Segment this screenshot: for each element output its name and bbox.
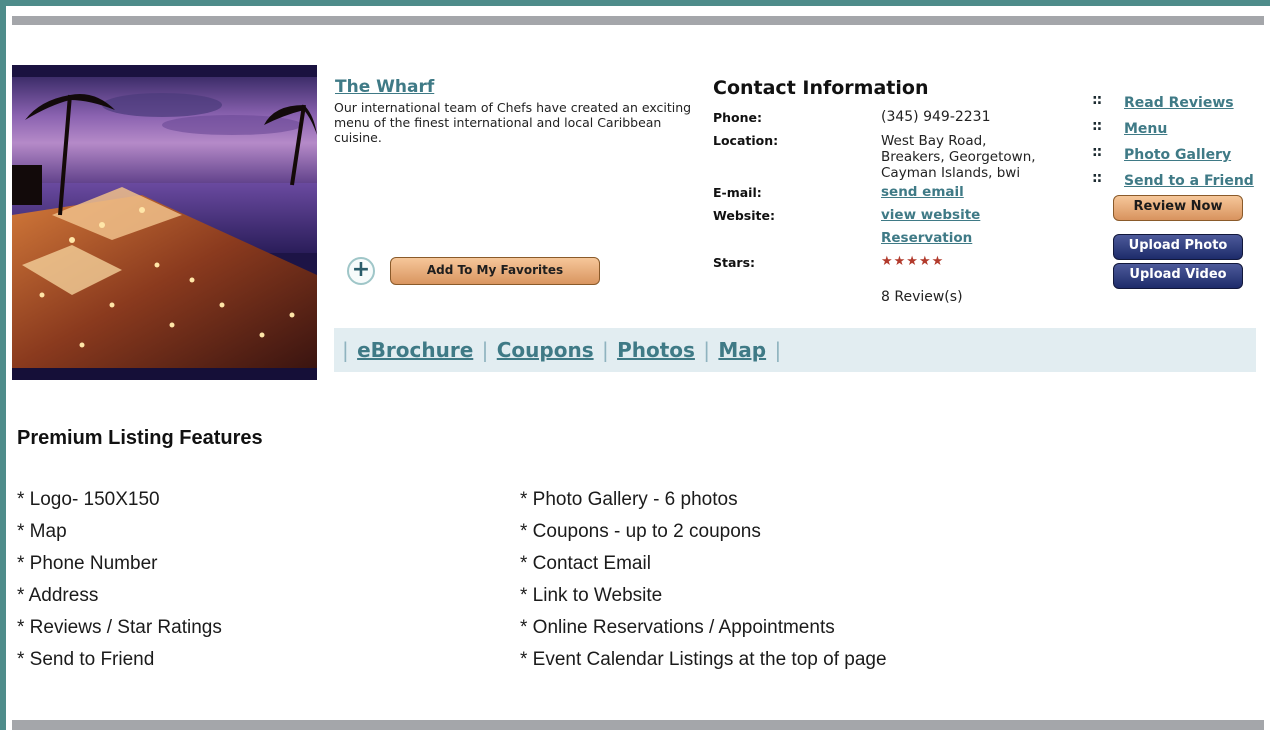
restaurant-photo bbox=[12, 65, 317, 380]
side-link-menu[interactable]: :: Menu bbox=[1092, 118, 1167, 138]
feature-item: * Reviews / Star Ratings bbox=[17, 617, 222, 638]
feature-item: * Coupons - up to 2 coupons bbox=[520, 521, 761, 542]
feature-item: * Online Reservations / Appointments bbox=[520, 617, 835, 638]
nav-separator: | bbox=[703, 338, 711, 362]
review-count: 8 Review(s) bbox=[881, 289, 963, 305]
nav-coupons[interactable]: Coupons bbox=[497, 338, 594, 362]
features-right-column: * Photo Gallery - 6 photos * Coupons - u… bbox=[520, 489, 887, 681]
bullet-icon: :: bbox=[1092, 118, 1102, 134]
location-line-1: West Bay Road, bbox=[881, 133, 987, 149]
feature-item: * Link to Website bbox=[520, 585, 663, 606]
listing-nav-bar: | eBrochure | Coupons | Photos | Map | bbox=[334, 328, 1256, 372]
nav-separator: | bbox=[481, 338, 489, 362]
nav-map[interactable]: Map bbox=[718, 338, 766, 362]
location-line-3: Cayman Islands, bwi bbox=[881, 165, 1021, 181]
menu-link[interactable]: Menu bbox=[1124, 121, 1167, 137]
feature-item: * Event Calendar Listings at the top of … bbox=[520, 649, 887, 670]
listing-nav: | eBrochure | Coupons | Photos | Map | bbox=[340, 338, 783, 362]
send-email-link[interactable]: send email bbox=[881, 184, 964, 200]
email-label: E-mail: bbox=[713, 185, 762, 200]
bottom-divider bbox=[12, 720, 1264, 730]
phone-value: (345) 949-2231 bbox=[881, 109, 991, 125]
feature-item: * Map bbox=[17, 521, 67, 542]
features-left-column: * Logo- 150X150 * Map * Phone Number * A… bbox=[17, 489, 222, 681]
top-divider bbox=[12, 16, 1264, 25]
listing-description: Our international team of Chefs have cre… bbox=[334, 100, 692, 145]
upload-photo-button[interactable]: Upload Photo bbox=[1113, 234, 1243, 260]
nav-separator: | bbox=[342, 338, 349, 362]
feature-item: * Send to Friend bbox=[17, 649, 155, 670]
nav-separator: | bbox=[774, 338, 782, 362]
listing-name[interactable]: The Wharf bbox=[335, 77, 434, 97]
nav-separator: | bbox=[601, 338, 609, 362]
nav-ebrochure[interactable]: eBrochure bbox=[357, 338, 473, 362]
reservation-link[interactable]: Reservation bbox=[881, 230, 972, 246]
stars-label: Stars: bbox=[713, 255, 756, 270]
page: The Wharf Our international team of Chef… bbox=[6, 6, 1270, 730]
bullet-icon: :: bbox=[1092, 144, 1102, 160]
location-line-2: Breakers, Georgetown, bbox=[881, 149, 1036, 165]
bullet-icon: :: bbox=[1092, 170, 1102, 186]
location-label: Location: bbox=[713, 133, 779, 148]
upload-video-button[interactable]: Upload Video bbox=[1113, 263, 1243, 289]
feature-item: * Address bbox=[17, 585, 99, 606]
photo-gallery-link[interactable]: Photo Gallery bbox=[1124, 147, 1231, 163]
feature-item: * Photo Gallery - 6 photos bbox=[520, 489, 738, 510]
plus-icon[interactable]: + bbox=[347, 257, 375, 285]
feature-item: * Contact Email bbox=[520, 553, 651, 574]
review-now-button[interactable]: Review Now bbox=[1113, 195, 1243, 221]
send-to-friend-link[interactable]: Send to a Friend bbox=[1124, 173, 1254, 189]
view-website-link[interactable]: view website bbox=[881, 207, 980, 223]
read-reviews-link[interactable]: Read Reviews bbox=[1124, 95, 1234, 111]
side-link-read-reviews[interactable]: :: Read Reviews bbox=[1092, 92, 1234, 112]
feature-item: * Logo- 150X150 bbox=[17, 489, 160, 510]
features-title: Premium Listing Features bbox=[17, 427, 263, 449]
feature-item: * Phone Number bbox=[17, 553, 158, 574]
star-rating: ★★★★★ bbox=[881, 254, 945, 269]
add-to-favorites-button[interactable]: Add To My Favorites bbox=[390, 257, 600, 285]
side-link-send-to-friend[interactable]: :: Send to a Friend bbox=[1092, 170, 1254, 190]
bullet-icon: :: bbox=[1092, 92, 1102, 108]
contact-title: Contact Information bbox=[713, 77, 929, 99]
phone-label: Phone: bbox=[713, 110, 763, 125]
website-label: Website: bbox=[713, 208, 775, 223]
nav-photos[interactable]: Photos bbox=[617, 338, 695, 362]
side-link-photo-gallery[interactable]: :: Photo Gallery bbox=[1092, 144, 1231, 164]
